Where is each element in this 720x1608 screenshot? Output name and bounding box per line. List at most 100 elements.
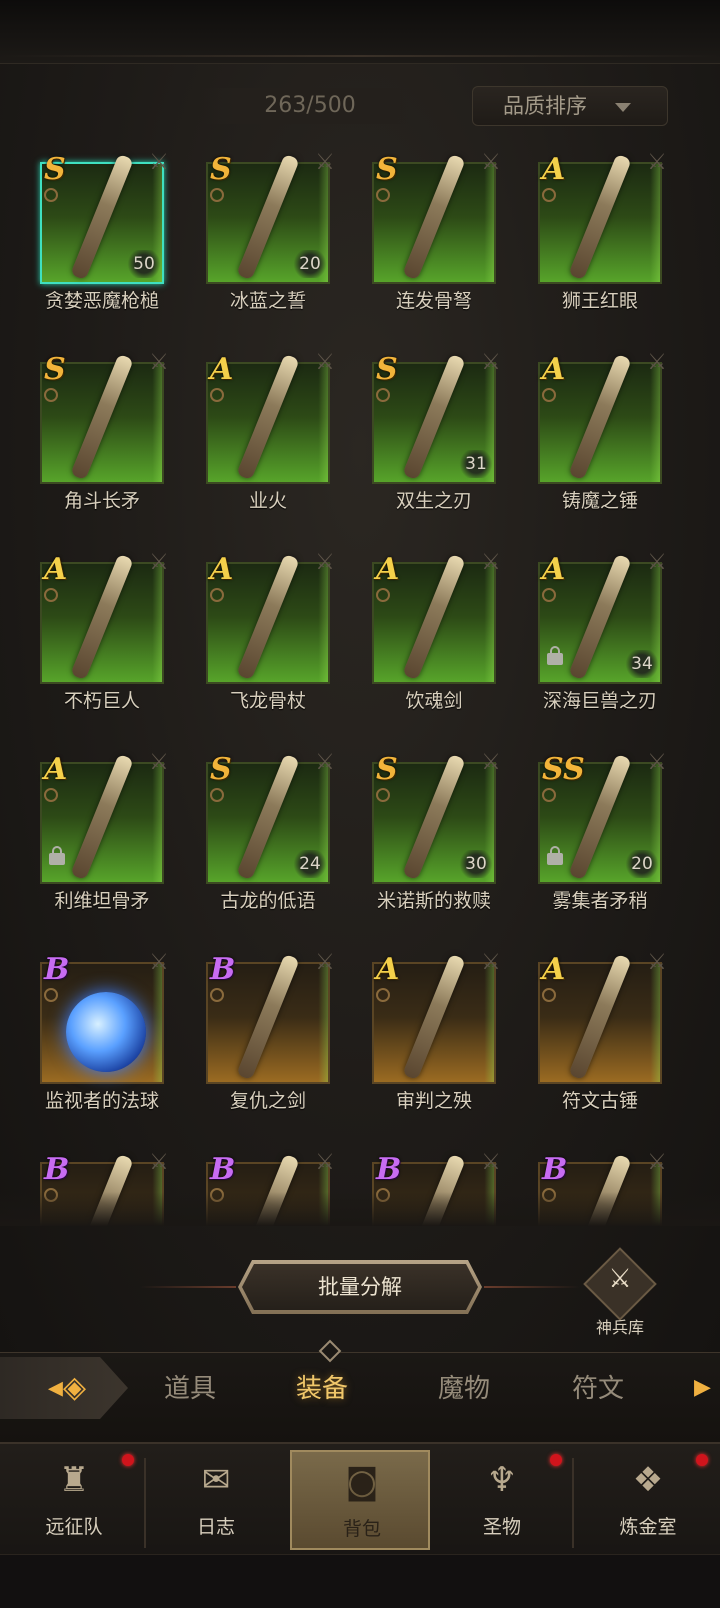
inventory-count: 263/500 [200, 88, 420, 124]
grade-badge: S [44, 152, 66, 187]
slot-dot-icon [210, 988, 224, 1002]
equipment-item[interactable]: A ⚔ 狮王红眼 [490, 150, 667, 346]
divider-right [484, 1286, 580, 1288]
nav-relics-badge [550, 1454, 562, 1466]
chevron-right-icon[interactable]: ▶ [694, 1375, 716, 1401]
tab-monsters[interactable]: 魔物 [404, 1361, 524, 1417]
enhance-level: 31 [458, 450, 494, 478]
equipment-item[interactable]: A ⚔ 符文古锤 [490, 950, 667, 1146]
nav-journal-label: 日志 [196, 1516, 235, 1538]
grade-badge: A [44, 752, 68, 787]
weapon-type-icon: ⚔ [647, 1150, 667, 1175]
scroll-icon: ✉ [201, 1460, 231, 1500]
grade-badge: B [542, 1152, 568, 1187]
grade-badge: S [210, 152, 232, 187]
equipment-item[interactable]: SS ⚔ 20 雾集者矛稍 [490, 750, 667, 946]
equipment-item[interactable]: B ⚔ 监视者的法球 [0, 950, 169, 1146]
equipment-item[interactable]: A ⚔ 饮魂剑 [324, 550, 501, 746]
enhance-level: 24 [292, 850, 328, 878]
grade-badge: S [376, 152, 398, 187]
armory-button[interactable]: ⚔ 神兵库 [583, 1247, 657, 1337]
viking-helmet-icon: ♜ [58, 1460, 90, 1500]
equipment-item[interactable]: S ⚔ 30 米诺斯的救赎 [324, 750, 501, 946]
nav-alchemy[interactable]: ❖ 炼金室 [578, 1450, 718, 1550]
grade-badge: B [210, 952, 236, 987]
slot-dot-icon [542, 188, 556, 202]
grade-badge: S [210, 752, 232, 787]
grade-badge: B [376, 1152, 402, 1187]
alchemy-icon: ❖ [632, 1460, 664, 1500]
lock-icon [547, 846, 563, 865]
tab-runes[interactable]: 符文 [538, 1361, 658, 1417]
nav-backpack[interactable]: ◙ 背包 [290, 1450, 430, 1550]
grade-badge: A [376, 952, 400, 987]
quality-sort-dropdown[interactable]: 品质排序 [472, 86, 668, 126]
equipment-item[interactable]: S ⚔ 24 古龙的低语 [158, 750, 335, 946]
weapon-type-icon: ⚔ [647, 350, 667, 375]
equipment-item[interactable]: S ⚔ 31 双生之刃 [324, 350, 501, 546]
nav-journal[interactable]: ✉ 日志 [146, 1450, 286, 1550]
slot-dot-icon [44, 788, 58, 802]
weapon-icon [66, 992, 146, 1072]
grade-badge: A [542, 352, 566, 387]
slot-dot-icon [542, 388, 556, 402]
equipment-item[interactable]: A ⚔ 不朽巨人 [0, 550, 169, 746]
armory-label: 神兵库 [595, 1318, 644, 1337]
grade-badge: S [376, 352, 398, 387]
slot-dot-icon [210, 788, 224, 802]
equipment-item[interactable]: A ⚔ 利维坦骨矛 [0, 750, 169, 946]
enhance-level: 20 [292, 250, 328, 278]
enhance-level: 30 [458, 850, 494, 878]
equipment-name: 符文古锤 [561, 1090, 638, 1112]
equipment-item[interactable]: A ⚔ 审判之殃 [324, 950, 501, 1146]
nav-bottom-band [0, 1554, 720, 1608]
book-sword-icon: ⚔ [608, 1264, 632, 1294]
slot-dot-icon [376, 188, 390, 202]
equipment-item[interactable]: S ⚔ 角斗长矛 [0, 350, 169, 546]
category-tabs: ◂◈ 道具 装备 魔物 符文 ▶ [0, 1339, 720, 1442]
nav-relics[interactable]: ♆ 圣物 [432, 1450, 572, 1550]
equipment-name: 深海巨兽之刃 [542, 690, 657, 712]
equipment-grid: S ⚔ 50 贪婪恶魔枪槌 S ⚔ 20 冰蓝之誓 S ⚔ 连发骨弩 A ⚔ 狮王红眼 S ⚔ 角斗长矛 A ⚔ 业火… [0, 150, 720, 1226]
top-decor-band [0, 0, 720, 64]
slot-dot-icon [376, 388, 390, 402]
tabs-back-button[interactable]: ◂◈ [0, 1357, 128, 1419]
quality-sort-label: 品质排序 [503, 94, 587, 118]
slot-dot-icon [44, 588, 58, 602]
enhance-level: 20 [624, 850, 660, 878]
slot-dot-icon [542, 588, 556, 602]
weapon-type-icon: ⚔ [647, 150, 667, 175]
equipment-name: 狮王红眼 [561, 290, 638, 312]
nav-divider [572, 1458, 574, 1548]
grade-badge: S [376, 752, 398, 787]
lock-icon [547, 646, 563, 665]
slot-dot-icon [210, 388, 224, 402]
nav-relics-label: 圣物 [482, 1516, 521, 1538]
backpack-icon: ◙ [345, 1462, 379, 1502]
nav-expedition-label: 远征队 [45, 1516, 103, 1538]
grade-badge: A [376, 552, 400, 587]
equipment-item[interactable]: S ⚔ 连发骨弩 [324, 150, 501, 346]
equipment-item[interactable]: B ⚔ 复仇之剑 [158, 950, 335, 1146]
slot-dot-icon [44, 188, 58, 202]
equipment-item[interactable]: A ⚔ 34 深海巨兽之刃 [490, 550, 667, 746]
chevron-down-icon [615, 103, 631, 112]
equipment-item[interactable]: S ⚔ 20 冰蓝之誓 [158, 150, 335, 346]
grade-badge: SS [542, 752, 585, 787]
nav-alchemy-label: 炼金室 [619, 1516, 677, 1538]
bulk-decompose-button[interactable]: 批量分解 [238, 1260, 482, 1314]
grade-badge: B [44, 952, 70, 987]
weapon-type-icon: ⚔ [647, 550, 667, 575]
enhance-level: 50 [126, 250, 162, 278]
equipment-item[interactable]: S ⚔ 50 贪婪恶魔枪槌 [0, 150, 169, 346]
equipment-item[interactable]: A ⚔ 业火 [158, 350, 335, 546]
tab-equipment[interactable]: 装备 [262, 1361, 382, 1417]
nav-expedition-badge [122, 1454, 134, 1466]
equipment-item[interactable]: A ⚔ 铸魔之锤 [490, 350, 667, 546]
grade-badge: B [210, 1152, 236, 1187]
grade-badge: A [44, 552, 68, 587]
tab-items[interactable]: 道具 [130, 1361, 250, 1417]
nav-expedition[interactable]: ♜ 远征队 [4, 1450, 144, 1550]
equipment-item[interactable]: A ⚔ 飞龙骨杖 [158, 550, 335, 746]
divider-left [140, 1286, 236, 1288]
